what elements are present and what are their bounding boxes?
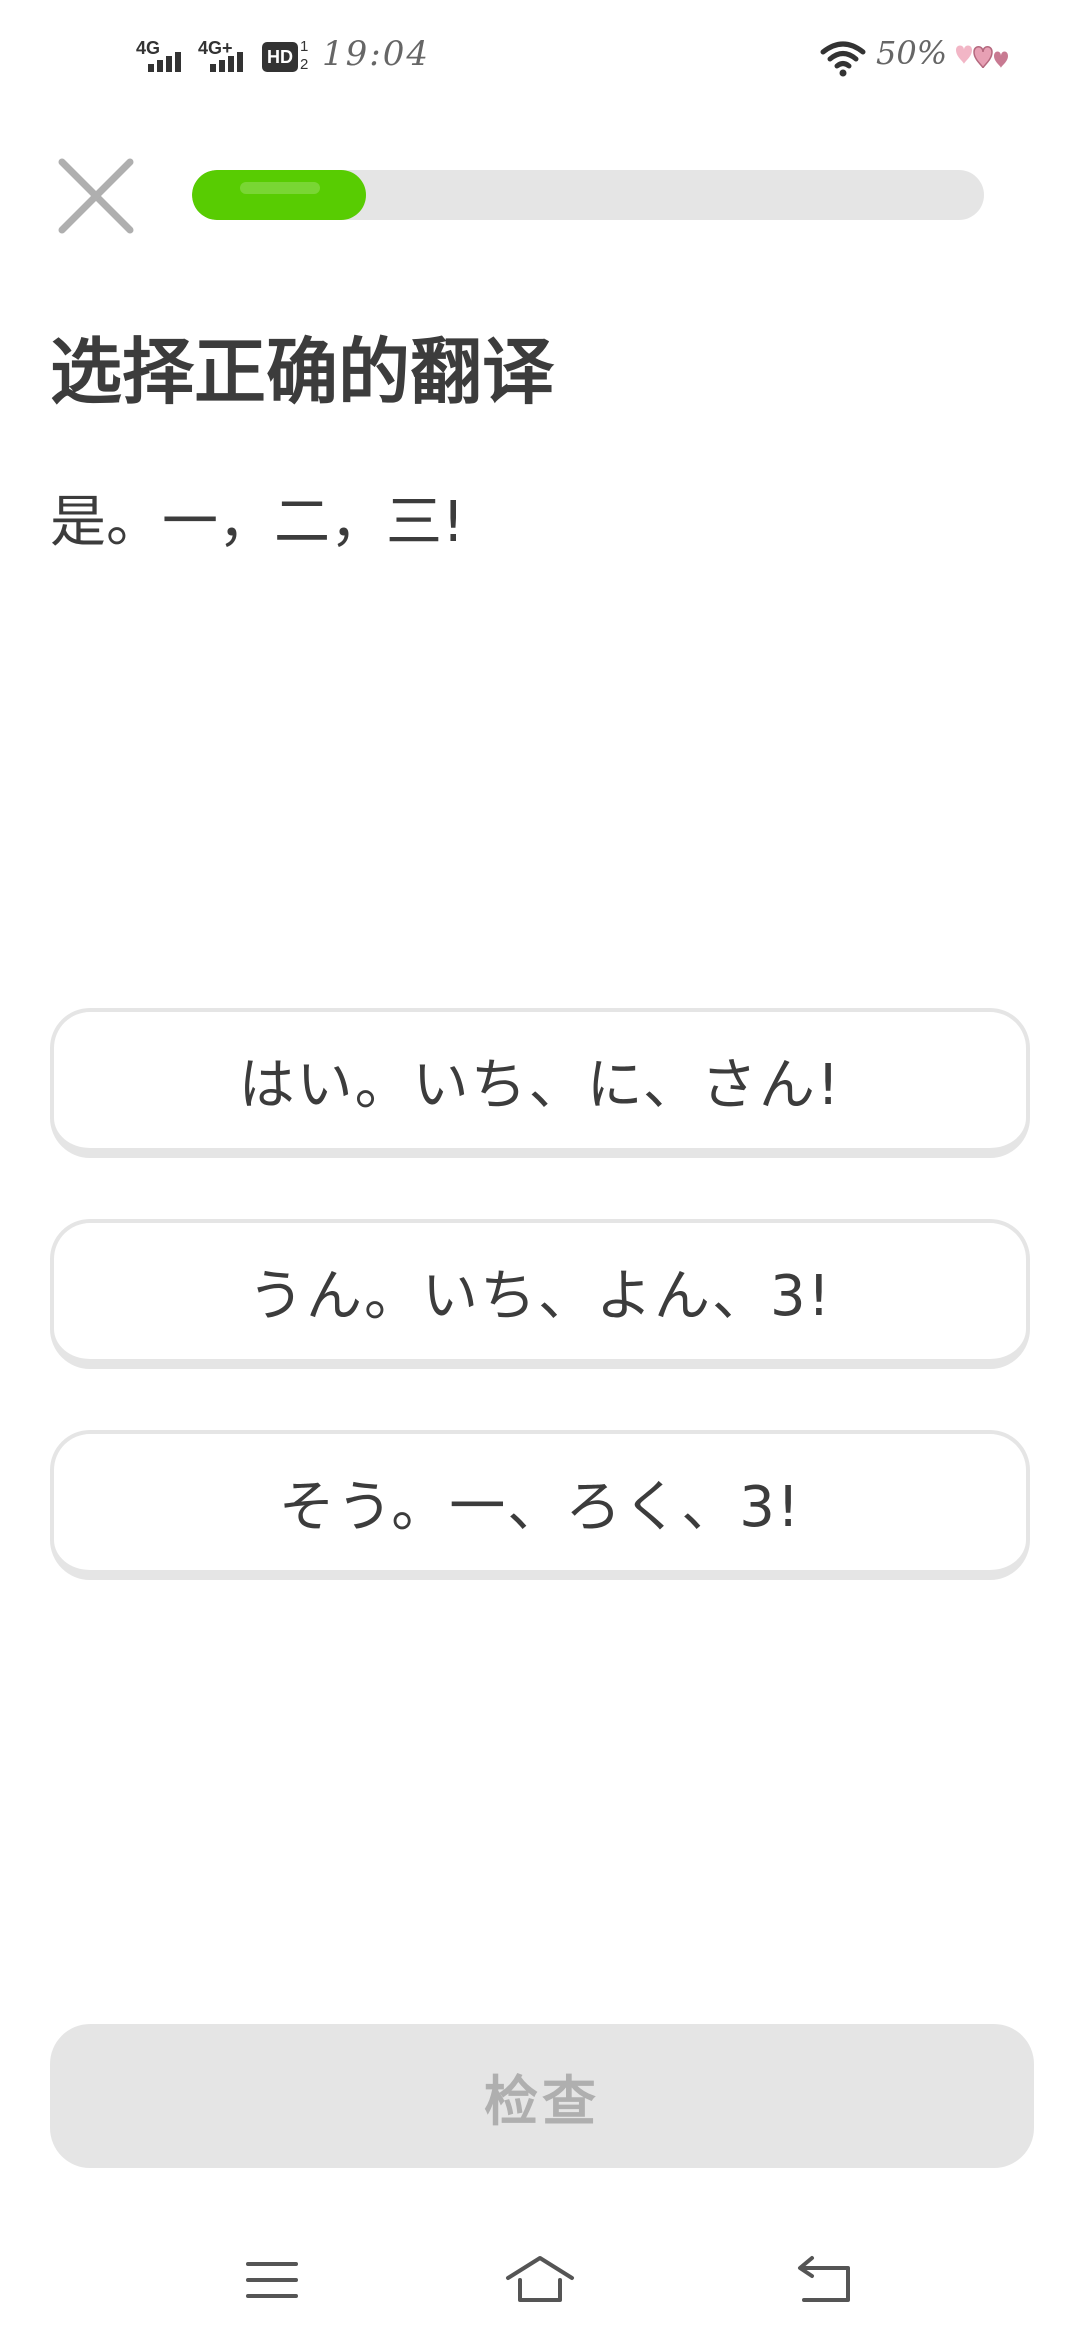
- progress-fill: [192, 170, 367, 220]
- wifi-icon: [820, 41, 866, 77]
- check-button-label: 检查: [484, 2069, 600, 2133]
- hd-sub-label: 12: [300, 38, 309, 73]
- answer-option-label: そう。一、ろく、3!: [278, 1474, 802, 1540]
- check-button[interactable]: 检查: [50, 2024, 1034, 2168]
- signal-icon: 4G: [136, 38, 196, 78]
- answer-option-2[interactable]: うん。いち、よん、3!: [50, 1219, 1030, 1369]
- answer-option-1[interactable]: はい。いち、に、さん!: [50, 1008, 1030, 1158]
- page-title: 选择正确的翻译: [50, 330, 555, 414]
- prompt-sentence: 是。一，二，三!: [50, 490, 465, 555]
- hd-icon: HD: [262, 42, 298, 72]
- status-time: 19:04: [322, 34, 430, 74]
- close-icon[interactable]: [56, 156, 136, 236]
- signal-icon: 4G+: [198, 38, 258, 78]
- system-nav-bar: [0, 2220, 1080, 2340]
- progress-bar: [192, 170, 984, 220]
- hearts-icon: [956, 45, 1008, 69]
- progress-highlight: [240, 182, 320, 194]
- answer-option-label: はい。いち、に、さん!: [238, 1052, 842, 1118]
- answer-option-label: うん。いち、よん、3!: [247, 1263, 833, 1329]
- battery-level: 50%: [876, 34, 948, 72]
- back-icon[interactable]: [784, 2250, 864, 2310]
- answer-option-3[interactable]: そう。一、ろく、3!: [50, 1430, 1030, 1580]
- home-icon[interactable]: [500, 2250, 580, 2310]
- menu-icon[interactable]: [232, 2250, 312, 2310]
- status-bar: 4G 4G+ HD 12 19:04 50%: [0, 0, 1080, 110]
